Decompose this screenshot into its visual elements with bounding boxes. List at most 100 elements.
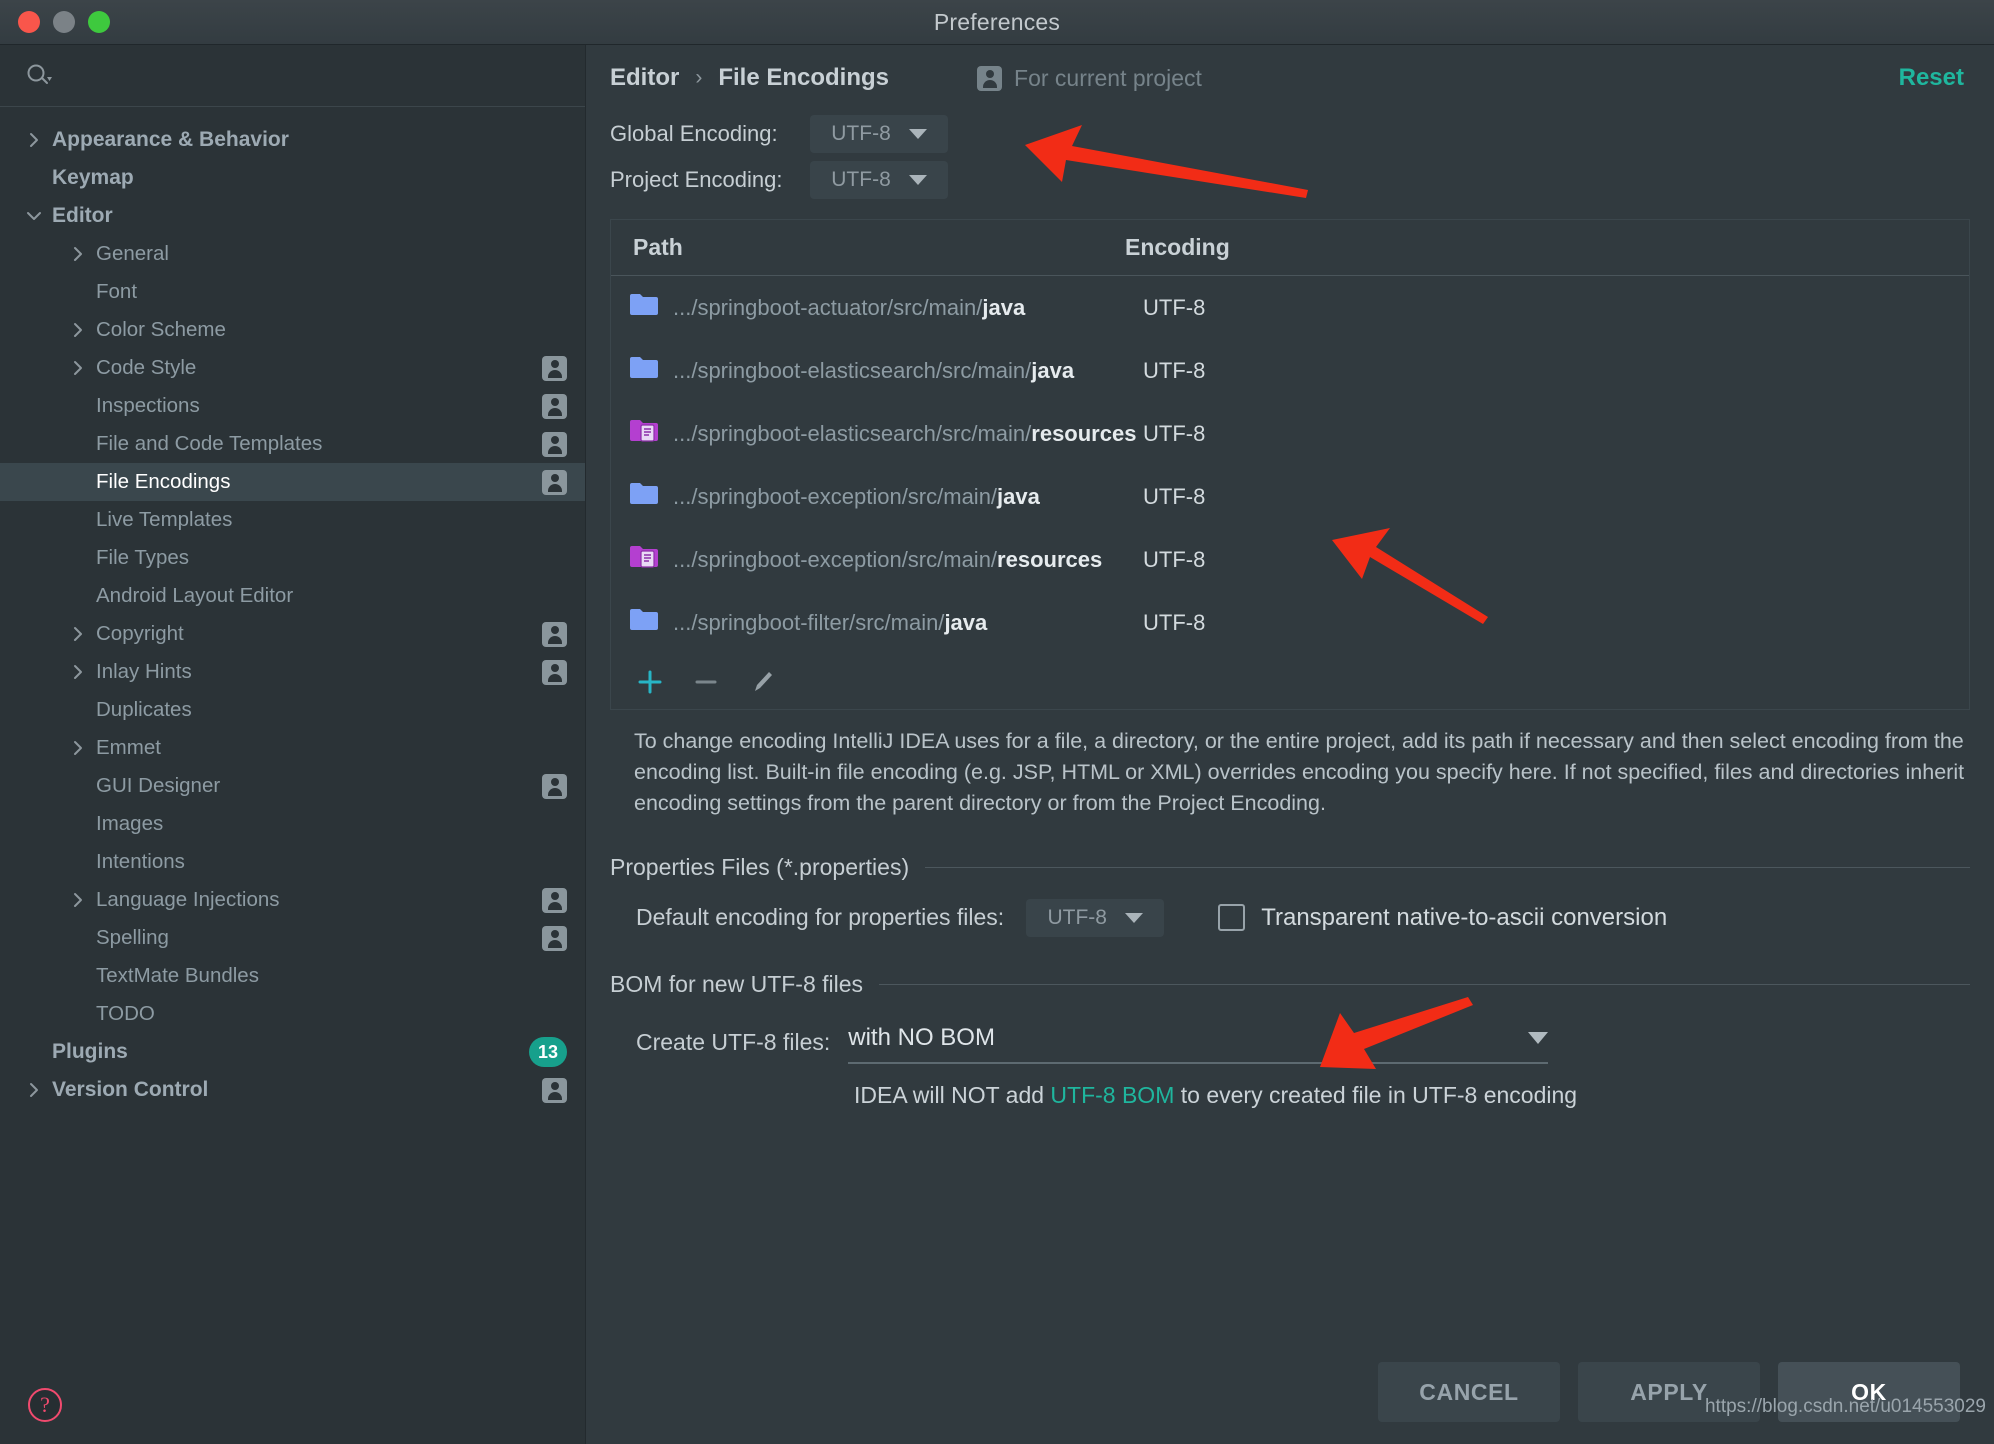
sidebar-item-copyright[interactable]: Copyright [0,615,585,653]
sidebar-item-file-and-code-templates[interactable]: File and Code Templates [0,425,585,463]
table-cell-encoding[interactable]: UTF-8 [1143,421,1205,447]
sidebar-item-code-style[interactable]: Code Style [0,349,585,387]
chevron-right-icon[interactable] [70,664,86,680]
sidebar-item-label: Inlay Hints [96,660,192,683]
table-row[interactable]: .../springboot-filter/src/main/java UTF-8 [611,591,1969,654]
global-encoding-select[interactable]: UTF-8 [810,115,948,153]
global-encoding-label: Global Encoding: [610,121,778,146]
sidebar-item-color-scheme[interactable]: Color Scheme [0,311,585,349]
table-row[interactable]: .../springboot-exception/src/main/resour… [611,528,1969,591]
help-icon[interactable]: ? [28,1388,62,1422]
transparent-conversion-row[interactable]: Transparent native-to-ascii conversion [1218,904,1667,932]
project-encoding-select[interactable]: UTF-8 [810,161,948,199]
sidebar-item-file-types[interactable]: File Types [0,539,585,577]
transparent-conversion-checkbox[interactable] [1218,904,1246,932]
sidebar-item-font[interactable]: Font [0,273,585,311]
sidebar-item-label: Images [96,812,164,835]
settings-tree: Appearance & Behavior Keymap Editor General… [0,107,585,1444]
sidebar-item-intentions[interactable]: Intentions [0,843,585,881]
add-button[interactable] [633,665,667,699]
table-cell-encoding[interactable]: UTF-8 [1143,295,1205,321]
preferences-window: Preferences Appearance & Behavior Keymap E… [0,0,1994,1444]
sidebar-item-images[interactable]: Images [0,805,585,843]
chevron-down-icon[interactable] [26,208,42,224]
sidebar-item-inspections[interactable]: Inspections [0,387,585,425]
sidebar-item-language-injections[interactable]: Language Injections [0,881,585,919]
sidebar-item-keymap[interactable]: Keymap [0,159,585,197]
chevron-right-icon[interactable] [70,892,86,908]
properties-encoding-select[interactable]: UTF-8 [1026,898,1165,937]
user-profile-icon [542,887,567,913]
path-leaf: java [982,294,1026,320]
search-input[interactable] [60,64,561,87]
table-row[interactable]: .../springboot-elasticsearch/src/main/ja… [611,339,1969,402]
sidebar-item-file-encodings[interactable]: File Encodings [0,463,585,501]
window-title: Preferences [933,8,1061,35]
table-cell-path: .../springboot-elasticsearch/src/main/re… [673,421,1143,447]
sidebar-item-label: Editor [52,204,113,227]
sidebar-item-live-templates[interactable]: Live Templates [0,501,585,539]
sidebar-item-editor[interactable]: Editor [0,197,585,235]
sidebar-item-inlay-hints[interactable]: Inlay Hints [0,653,585,691]
chevron-right-icon[interactable] [70,740,86,756]
table-cell-path: .../springboot-exception/src/main/resour… [673,547,1143,573]
table-row[interactable]: .../springboot-actuator/src/main/java UTF… [611,276,1969,339]
table-cell-encoding[interactable]: UTF-8 [1143,610,1205,636]
sidebar-item-label: File and Code Templates [96,432,323,455]
title-bar: Preferences [0,0,1994,45]
sidebar-item-label: Color Scheme [96,318,226,341]
bom-note: IDEA will NOT add UTF-8 BOM to every cre… [854,1082,1994,1109]
table-cell-path: .../springboot-actuator/src/main/java [673,295,1143,321]
user-profile-icon [542,431,567,457]
table-row[interactable]: .../springboot-elasticsearch/src/main/re… [611,402,1969,465]
user-profile-icon [542,773,567,799]
path-prefix: .../springboot-filter/src/main/ [673,609,945,635]
table-cell-path: .../springboot-filter/src/main/java [673,610,1143,636]
sidebar-item-duplicates[interactable]: Duplicates [0,691,585,729]
user-profile-icon [542,925,567,951]
sidebar-item-textmate-bundles[interactable]: TextMate Bundles [0,957,585,995]
sidebar-item-appearance-behavior[interactable]: Appearance & Behavior [0,121,585,159]
sidebar-item-label: Emmet [96,736,161,759]
remove-button[interactable] [689,665,723,699]
cancel-button[interactable]: CANCEL [1378,1362,1560,1422]
column-header-encoding[interactable]: Encoding [1125,234,1230,261]
reset-button[interactable]: Reset [1899,64,1964,92]
sidebar-item-emmet[interactable]: Emmet [0,729,585,767]
scope-label: For current project [1014,64,1202,91]
table-cell-encoding[interactable]: UTF-8 [1143,484,1205,510]
chevron-right-icon[interactable] [70,360,86,376]
create-utf8-row: Create UTF-8 files: with NO BOM [636,1024,1994,1064]
scope-indicator: For current project [977,65,1202,92]
table-row[interactable]: .../springboot-exception/src/main/java UT… [611,465,1969,528]
sidebar-item-todo[interactable]: TODO [0,995,585,1033]
create-utf8-select[interactable]: with NO BOM [848,1024,1549,1064]
sidebar-item-spelling[interactable]: Spelling [0,919,585,957]
sidebar-item-gui-designer[interactable]: GUI Designer [0,767,585,805]
table-cell-encoding[interactable]: UTF-8 [1143,358,1205,384]
chevron-right-icon[interactable] [70,626,86,642]
path-leaf: resources [1031,420,1137,446]
bom-note-highlight: UTF-8 BOM [1050,1081,1175,1108]
path-prefix: .../springboot-exception/src/main/ [673,483,998,509]
breadcrumb-parent[interactable]: Editor [610,64,679,92]
chevron-right-icon[interactable] [26,1082,42,1098]
transparent-conversion-label: Transparent native-to-ascii conversion [1261,903,1668,931]
edit-button[interactable] [745,665,779,699]
sidebar-item-general[interactable]: General [0,235,585,273]
user-profile-icon [542,393,567,419]
sidebar-item-version-control[interactable]: Version Control [0,1071,585,1109]
global-encoding-row: Global Encoding: UTF-8 [586,111,1994,157]
sidebar-item-plugins[interactable]: Plugins 13 [0,1033,585,1071]
sidebar-item-label: TODO [96,1002,155,1025]
folder-icon [629,292,663,323]
resources-icon [629,544,663,575]
table-cell-encoding[interactable]: UTF-8 [1143,547,1205,573]
column-header-path[interactable]: Path [633,234,1125,261]
path-prefix: .../springboot-elasticsearch/src/main/ [673,357,1032,383]
chevron-right-icon[interactable] [26,132,42,148]
sidebar-item-android-layout-editor[interactable]: Android Layout Editor [0,577,585,615]
chevron-right-icon[interactable] [70,322,86,338]
chevron-right-icon[interactable] [70,246,86,262]
global-encoding-value: UTF-8 [831,122,891,145]
